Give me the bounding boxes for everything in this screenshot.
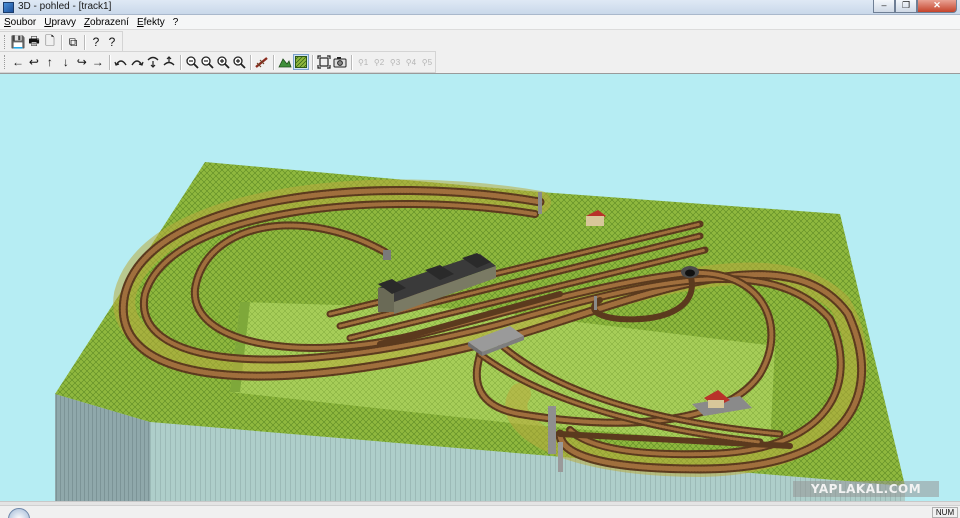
move-back-icon[interactable]: ↩ [26,54,42,70]
zoom-in-more-icon[interactable] [231,54,247,70]
toolbar-separator [312,54,314,70]
move-down-icon[interactable]: ↓ [58,54,74,70]
watermark: YAPLAKAL.COM [793,481,939,497]
camera-position-5-icon[interactable]: ⚲ 5 [419,54,435,70]
title-bar[interactable]: 3D - pohled - [track1] – ❐ ✕ [0,0,960,15]
menu-upravy-label: pravy [51,17,76,28]
toolbar-separator [61,34,62,50]
copy-icon[interactable]: ⧉ [65,34,81,50]
zoom-in-icon[interactable] [215,54,231,70]
app-icon[interactable] [3,2,14,13]
status-bar: NUM [0,505,960,518]
bridge-pier [558,442,563,472]
camera-position-4-icon[interactable]: ⚲ 4 [403,54,419,70]
move-left-icon[interactable]: ← [10,54,26,70]
menu-soubor-label: oubor [10,17,37,28]
toolbar-separator [179,54,181,70]
camera-position-1-label: 1 [363,57,369,67]
tunnel-portal [681,266,699,278]
menu-help[interactable]: ? [169,15,183,29]
camera-position-1-icon[interactable]: ⚲ 1 [355,54,371,70]
zoom-out-more-icon[interactable] [184,54,200,70]
menu-soubor[interactable]: Soubor [0,15,40,29]
menu-help-label: ? [172,17,179,28]
layout-scene [55,162,905,501]
toolbar-separator [351,54,353,70]
toolbar-separator [273,54,275,70]
close-button[interactable]: ✕ [917,0,957,13]
fit-view-icon[interactable] [316,54,332,70]
3d-viewport[interactable] [0,73,960,501]
menu-upravy[interactable]: Upravy [40,15,80,29]
tilt-down-icon[interactable] [145,54,161,70]
toolbar-separator [84,34,85,50]
move-forward-icon[interactable]: ↪ [74,54,90,70]
standard-toolbar: 💾 🖶 🗋 ⧉ ? ? [0,31,123,53]
num-lock-indicator: NUM [932,507,958,518]
bridge-pier [548,406,556,454]
rotate-left-icon[interactable] [113,54,129,70]
rotate-right-icon[interactable] [129,54,145,70]
signal-post [538,192,542,214]
menu-efekty[interactable]: Efekty [133,15,169,29]
menu-zobrazeni[interactable]: Zobrazení [80,15,133,29]
menu-efekty-accel: E [136,17,144,28]
camera-position-2-icon[interactable]: ⚲ 2 [371,54,387,70]
menu-bar: Soubor Upravy Zobrazení Efekty ? [0,15,960,30]
camera-icon[interactable] [332,54,348,70]
camera-position-4-label: 4 [411,57,417,67]
camera-position-3-icon[interactable]: ⚲ 3 [387,54,403,70]
toolbar-separator [250,54,252,70]
menu-zobrazeni-label: obrazení [90,17,129,28]
tilt-up-icon[interactable] [161,54,177,70]
camera-position-5-label: 5 [427,57,433,67]
help-icon[interactable]: ? [88,34,104,50]
landscape-icon[interactable] [277,54,293,70]
zoom-out-icon[interactable] [199,54,215,70]
move-up-icon[interactable]: ↑ [42,54,58,70]
toolbar-grip[interactable] [4,55,7,69]
restore-button[interactable]: ❐ [895,0,917,13]
print-icon[interactable]: 🖶 [26,34,42,50]
menu-soubor-accel: S [4,17,11,28]
window-title: 3D - pohled - [track1] [18,1,112,12]
track-edit-icon[interactable] [254,54,270,70]
camera-position-3-label: 3 [395,57,401,67]
toolbar-separator [108,54,110,70]
print-preview-icon[interactable]: 🗋 [42,34,58,50]
signal-post [383,250,391,260]
menu-efekty-label: fekty [143,17,165,28]
grid-texture-icon[interactable] [293,54,310,70]
context-help-icon[interactable]: ? [104,34,120,50]
move-right-icon[interactable]: → [90,54,106,70]
toolbar-grip[interactable] [4,35,7,49]
signal-post [594,296,597,310]
camera-position-2-label: 2 [379,57,385,67]
minimize-button[interactable]: – [873,0,895,13]
view-toolbar: ← ↩ ↑ ↓ ↪ → ⚲ 1 ⚲ 2 ⚲ 3 ⚲ 4 ⚲ 5 [0,51,436,73]
save-icon[interactable]: 💾 [10,34,26,50]
window-controls: – ❐ ✕ [873,0,957,13]
